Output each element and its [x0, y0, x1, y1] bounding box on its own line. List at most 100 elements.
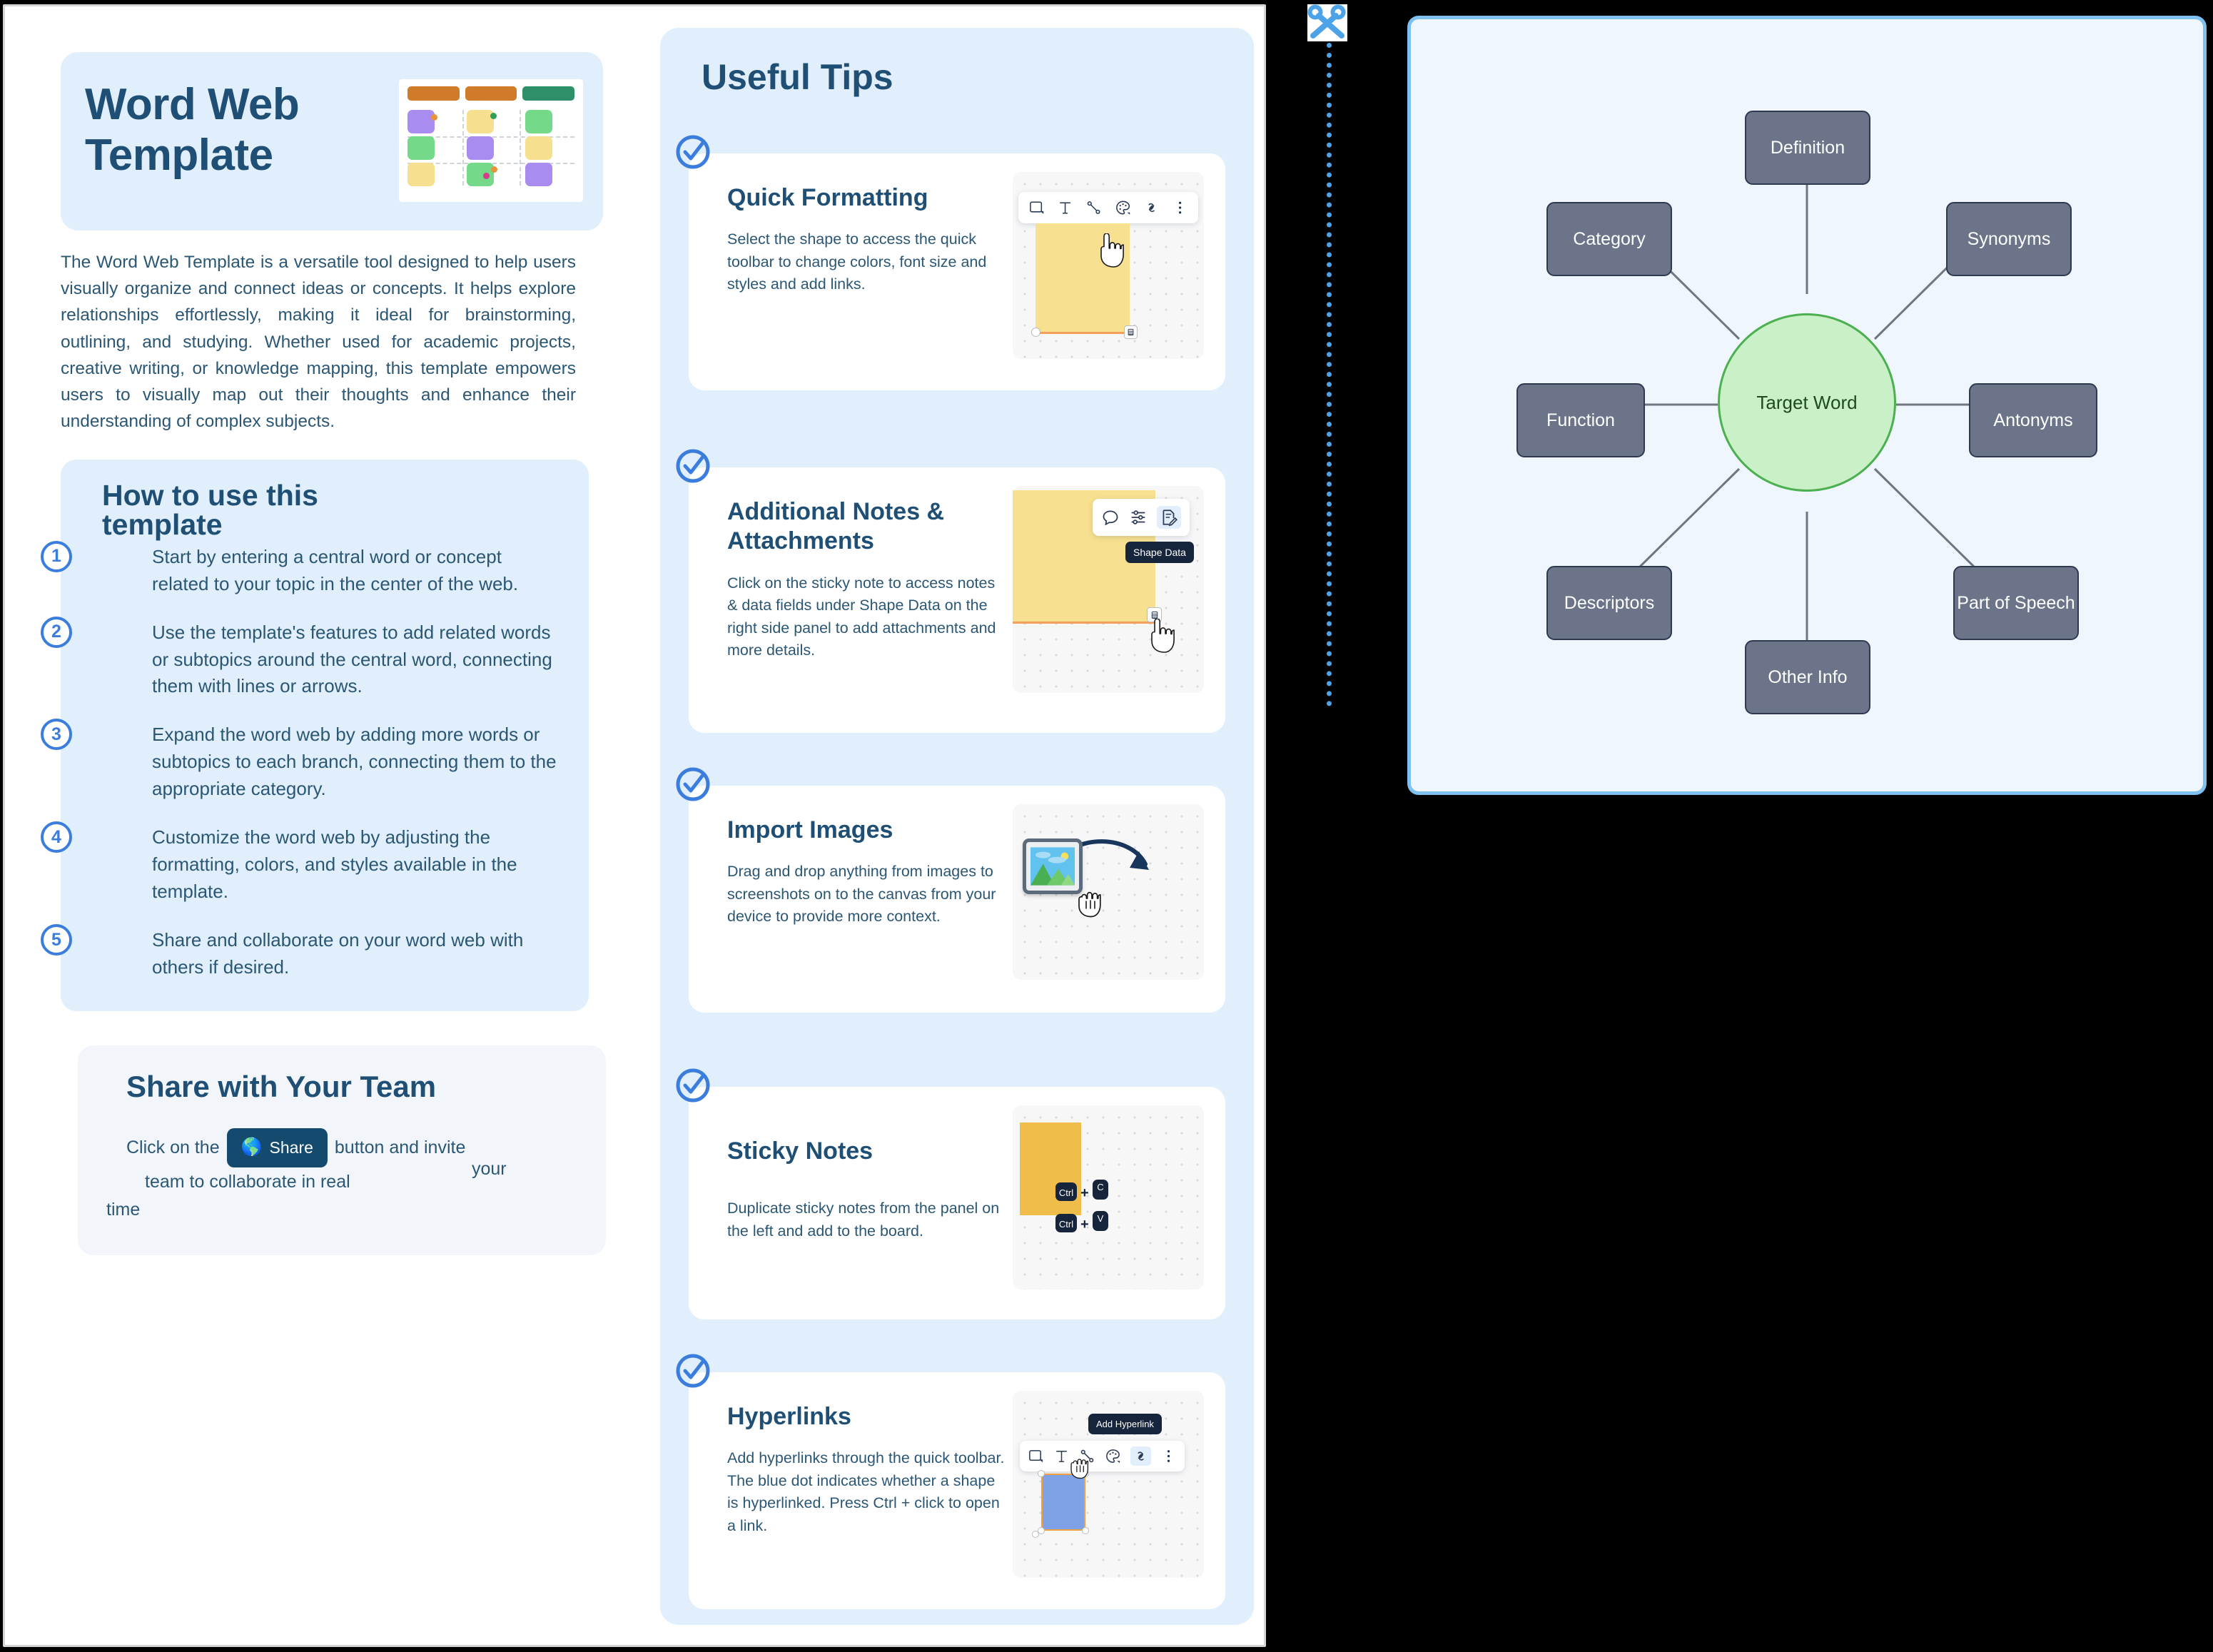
step-number-badge: 1 — [41, 540, 72, 572]
globe-icon: 🌎 — [240, 1137, 263, 1157]
word-web-board: Definition Synonyms Antonyms Part of Spe… — [1407, 16, 2207, 795]
add-hyperlink-button[interactable] — [1130, 1446, 1151, 1466]
scissors-icon — [1307, 4, 1347, 41]
key-v: V — [1093, 1211, 1108, 1231]
tip-card-sticky-notes: Sticky Notes Duplicate sticky notes from… — [676, 1068, 1225, 1319]
check-circle-icon — [676, 1354, 710, 1388]
shape-data-icon — [1163, 510, 1178, 527]
thumb-bar — [465, 86, 517, 101]
list-item: 3 Expand the word web by adding more wor… — [41, 719, 589, 803]
share-with-team-card: Share with Your Team Click on the 🌎 Shar… — [78, 1045, 606, 1255]
share-prefix-text: Click on the — [126, 1137, 220, 1157]
add-hyperlink-tooltip: Add Hyperlink — [1088, 1414, 1162, 1434]
tip-body: Click on the sticky note to access notes… — [727, 574, 996, 659]
share-suffix-text: button and invite — [334, 1137, 466, 1157]
color-palette-icon[interactable] — [1115, 198, 1131, 217]
template-thumbnail — [399, 79, 583, 202]
page-title: Word Web Template — [85, 80, 300, 181]
how-to-use-card: How to use this template 1 Start by ente… — [41, 459, 589, 1012]
step-text: Share and collaborate on your word web w… — [152, 929, 524, 978]
resize-handle[interactable] — [1031, 328, 1040, 337]
tip-visual-quick-toolbar — [1013, 172, 1204, 359]
left-page: Word Web Template The Word Web Template … — [3, 4, 1266, 1647]
useful-tips-panel: Useful Tips Quick Formatting Select the … — [660, 28, 1254, 1625]
node-synonyms[interactable]: Synonyms — [1946, 202, 2072, 276]
tip-title: Quick Formatting — [727, 184, 928, 211]
node-label: Part of Speech — [1957, 592, 2075, 613]
left-column: Word Web Template The Word Web Template … — [41, 52, 606, 1255]
plus-symbol: + — [1080, 1217, 1089, 1232]
node-category[interactable]: Category — [1546, 202, 1672, 276]
thumbnail-header-bars — [407, 86, 575, 101]
tip-visual-shape-data: Shape Data — [1013, 486, 1204, 693]
tip-body: Drag and drop anything from images to sc… — [727, 863, 996, 926]
list-item: 2 Use the template's features to add rel… — [41, 616, 589, 701]
check-circle-icon — [676, 767, 710, 801]
check-circle-icon — [676, 135, 710, 169]
useful-tips-heading: Useful Tips — [702, 57, 893, 97]
grab-hand-cursor-icon — [1078, 891, 1101, 918]
more-options-icon[interactable] — [1160, 1448, 1177, 1464]
tip-body: Add hyperlinks through the quick toolbar… — [727, 1449, 1005, 1534]
share-button[interactable]: 🌎 Share — [226, 1128, 328, 1167]
tip-card-hyperlinks: Hyperlinks Add hyperlinks through the qu… — [676, 1354, 1225, 1609]
tip-title: Hyperlinks — [727, 1403, 851, 1430]
check-circle-icon — [676, 1068, 710, 1103]
node-label: Other Info — [1768, 667, 1848, 687]
tip-visual-hyperlinks: Add Hyperlink — [1013, 1391, 1204, 1578]
sticky-note[interactable] — [1020, 1123, 1081, 1215]
node-part-of-speech[interactable]: Part of Speech — [1953, 566, 2079, 640]
tip-card-import-images: Import Images Drag and drop anything fro… — [676, 767, 1225, 1013]
list-item: 1 Start by entering a central word or co… — [41, 540, 589, 598]
thumb-bar — [407, 86, 460, 101]
share-body: Click on the 🌎 Share button and invite y… — [106, 1128, 577, 1224]
tip-visual-sticky-notes: Ctrl + C Ctrl + V — [1013, 1105, 1204, 1289]
thumbnail-grid — [407, 110, 574, 186]
settings-sliders-icon[interactable] — [1129, 508, 1148, 527]
step-number-badge: 3 — [41, 719, 72, 751]
grab-hand-cursor-icon — [1070, 1459, 1089, 1479]
template-description: The Word Web Template is a versatile too… — [61, 253, 576, 432]
line-icon[interactable] — [1085, 198, 1102, 217]
shape-icon[interactable] — [1028, 198, 1045, 217]
comment-icon[interactable] — [1101, 508, 1120, 527]
check-circle-icon — [676, 449, 710, 483]
tip-body: Duplicate sticky notes from the panel on… — [727, 1200, 1000, 1240]
database-icon — [1151, 611, 1158, 619]
quick-toolbar[interactable] — [1020, 1441, 1185, 1471]
share-line-3: time — [106, 1200, 141, 1220]
node-function[interactable]: Function — [1516, 383, 1645, 457]
list-item: 5 Share and collaborate on your word web… — [41, 924, 589, 981]
tip-body: Select the shape to access the quick too… — [727, 230, 987, 293]
share-line-2: your team to collaborate in real — [106, 1159, 577, 1196]
node-antonyms[interactable]: Antonyms — [1969, 383, 2097, 457]
step-number-badge: 4 — [41, 821, 72, 853]
node-other-info[interactable]: Other Info — [1745, 640, 1870, 714]
list-item: 4 Customize the word web by adjusting th… — [41, 821, 589, 906]
node-target-word[interactable]: Target Word — [1718, 313, 1896, 492]
share-button-label: Share — [269, 1138, 313, 1157]
color-palette-icon[interactable] — [1105, 1448, 1121, 1464]
cut-line — [1327, 43, 1332, 706]
node-definition[interactable]: Definition — [1745, 111, 1870, 185]
more-options-icon[interactable] — [1172, 198, 1188, 217]
shape-icon[interactable] — [1028, 1448, 1044, 1464]
step-text: Customize the word web by adjusting the … — [152, 826, 517, 903]
step-number-badge: 2 — [41, 616, 72, 648]
shape-data-button[interactable] — [1157, 506, 1181, 529]
quick-toolbar[interactable] — [1018, 192, 1198, 223]
plus-symbol: + — [1080, 1185, 1089, 1201]
how-to-heading: How to use this template — [102, 478, 318, 541]
text-icon[interactable] — [1057, 198, 1073, 217]
tip-card-additional-notes: Additional Notes & Attachments Click on … — [676, 449, 1225, 733]
thumb-bar — [522, 86, 575, 101]
tip-title: Additional Notes & Attachments — [727, 498, 945, 555]
tip-title: Sticky Notes — [727, 1137, 873, 1165]
hero-card: Word Web Template — [61, 52, 603, 230]
share-heading: Share with Your Team — [126, 1070, 437, 1104]
key-ctrl: Ctrl — [1055, 1214, 1077, 1232]
note-actions-toolbar[interactable] — [1093, 499, 1190, 536]
shape-data-handle[interactable] — [1124, 325, 1138, 339]
link-icon[interactable] — [1143, 198, 1160, 217]
node-descriptors[interactable]: Descriptors — [1546, 566, 1672, 640]
